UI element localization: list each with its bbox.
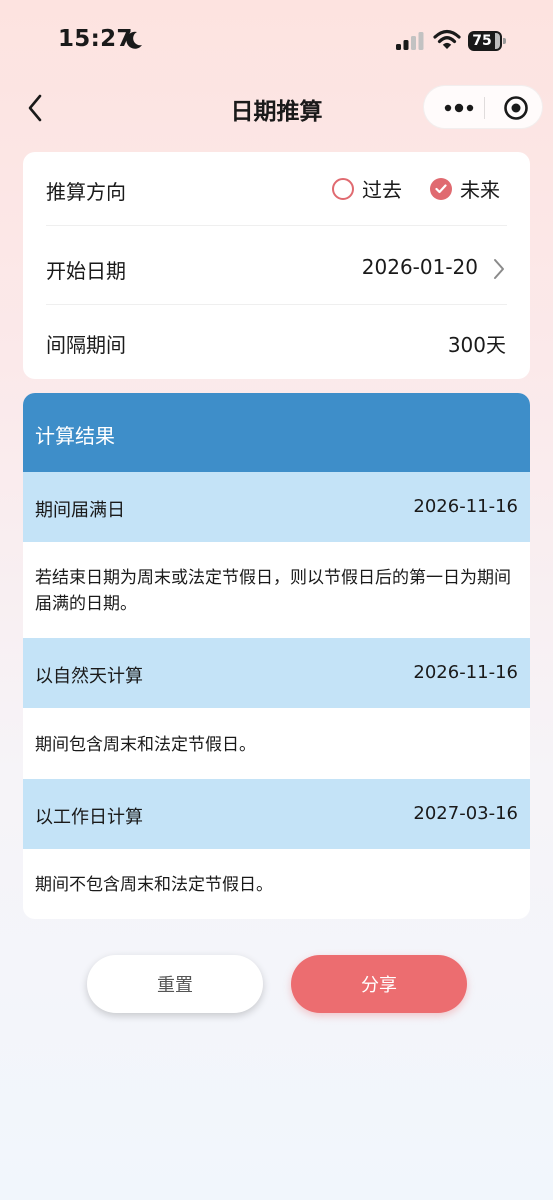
reset-button[interactable]: 重置 [87, 955, 263, 1013]
target-icon [504, 96, 528, 120]
result-description: 若结束日期为周末或法定节假日，则以节假日后的第一日为期间届满的日期。 [35, 568, 511, 614]
moon-icon [126, 31, 142, 49]
row-divider [46, 225, 507, 226]
nav-bar: 日期推算 [0, 84, 553, 132]
capsule-divider [484, 97, 485, 119]
battery-icon: 75 [468, 31, 506, 51]
result-band-expiry: 期间届满日 2026-11-16 [23, 472, 530, 542]
status-bar: 15:27 75 [0, 0, 553, 84]
interval-label: 间隔期间 [46, 333, 126, 357]
close-miniprogram-button[interactable] [494, 86, 538, 130]
check-icon [430, 177, 452, 200]
start-date-value: 2026-01-20 [361, 255, 478, 279]
interval-row[interactable]: 间隔期间 300天 [23, 305, 530, 379]
status-time: 15:27 [58, 26, 133, 52]
direction-radio-group: 过去 未来 [304, 174, 500, 203]
radio-future-label: 未来 [460, 178, 500, 202]
radio-unchecked-icon [332, 177, 354, 200]
chevron-right-icon [494, 259, 504, 279]
radio-future[interactable]: 未来 [430, 174, 500, 203]
share-button[interactable]: 分享 [291, 955, 467, 1013]
battery-level: 75 [472, 33, 492, 49]
result-label: 以自然天计算 [35, 666, 143, 687]
results-title: 计算结果 [35, 424, 115, 448]
interval-value: 300天 [447, 333, 506, 357]
radio-past-label: 过去 [362, 178, 402, 202]
result-date: 2027-03-16 [413, 803, 518, 824]
results-header: 计算结果 [23, 393, 530, 472]
result-date: 2026-11-16 [413, 496, 518, 517]
direction-row: 推算方向 过去 未来 [23, 152, 530, 226]
radio-past[interactable]: 过去 [332, 174, 402, 203]
more-dots-icon [444, 103, 474, 113]
wifi-icon [433, 29, 461, 49]
mini-program-capsule [423, 85, 543, 129]
start-date-row[interactable]: 开始日期 2026-01-20 [23, 231, 530, 305]
result-description: 期间不包含周末和法定节假日。 [35, 875, 273, 895]
start-date-label: 开始日期 [46, 259, 126, 283]
settings-card: 推算方向 过去 未来 开始日期 2026-01-20 间隔期间 300天 [23, 152, 530, 379]
result-band-natural-days: 以自然天计算 2026-11-16 [23, 638, 530, 708]
result-band-workdays: 以工作日计算 2027-03-16 [23, 779, 530, 849]
result-description: 期间包含周末和法定节假日。 [35, 735, 256, 755]
results-card: 计算结果 期间届满日 2026-11-16 若结束日期为周末或法定节假日，则以节… [23, 393, 530, 919]
result-label: 期间届满日 [35, 500, 125, 521]
more-button[interactable] [434, 86, 484, 130]
result-date: 2026-11-16 [413, 662, 518, 683]
result-label: 以工作日计算 [35, 807, 143, 828]
direction-label: 推算方向 [46, 180, 126, 204]
signal-icon [396, 32, 424, 50]
